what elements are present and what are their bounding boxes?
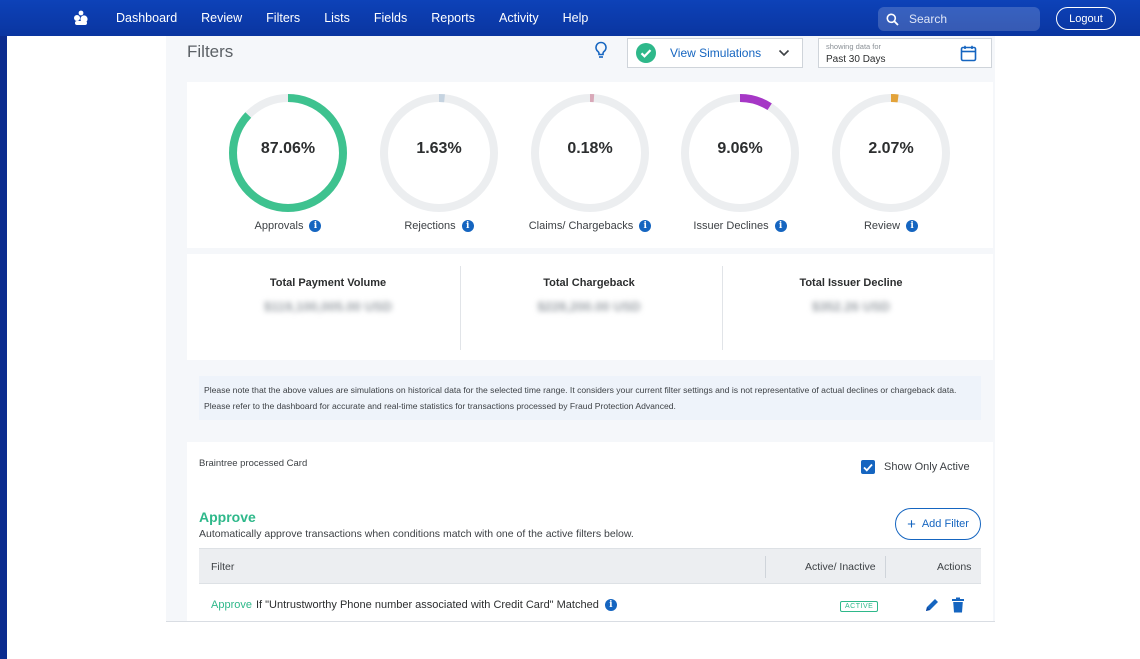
search-icon [886, 13, 899, 26]
plus-icon: + [907, 515, 916, 533]
gauge-approvals: 87.06% Approvals i [225, 92, 355, 242]
date-range-picker[interactable]: showing data for Past 30 Days [818, 38, 992, 68]
total-value: $119,100,005.00 USD [264, 299, 392, 314]
simulation-note: Please note that the above values are si… [199, 376, 981, 420]
date-value: Past 30 Days [826, 54, 886, 65]
column-actions: Actions [937, 561, 972, 573]
column-active-inactive: Active/ Inactive [805, 561, 876, 573]
totals-card: Total Payment Volume $119,100,005.00 USD… [187, 254, 993, 360]
gauge-chargebacks: 0.18% Claims/ Chargebacks i [527, 92, 657, 242]
gauge-value: 1.63% [416, 140, 462, 157]
status-badge: ACTIVE [840, 601, 879, 612]
chevron-down-icon [778, 49, 790, 57]
gauge-label: Review [863, 220, 901, 232]
lightbulb-icon[interactable] [594, 41, 608, 59]
gauge-issuer-declines: 9.06% Issuer Declines i [677, 92, 807, 242]
calendar-icon[interactable] [960, 45, 977, 62]
total-payment-volume: Total Payment Volume $119,100,005.00 USD [194, 254, 462, 360]
show-only-active-label: Show Only Active [884, 461, 970, 473]
info-icon[interactable]: i [639, 220, 652, 232]
table-row[interactable]: Approve If "Untrustworthy Phone number a… [199, 584, 981, 622]
filters-card: Braintree processed Card Show Only Activ… [187, 442, 993, 622]
filter-source-label: Braintree processed Card [199, 458, 308, 469]
info-icon[interactable]: i [604, 599, 617, 611]
logout-button[interactable]: Logout [1056, 7, 1116, 30]
gauge-value: 9.06% [717, 140, 763, 157]
divider [765, 556, 766, 578]
gauge-label: Rejections [404, 220, 456, 232]
simulation-select[interactable]: View Simulations [627, 38, 803, 68]
gauge-value: 0.18% [567, 140, 613, 157]
search-input[interactable] [907, 11, 1031, 27]
gauge-rejections: 1.63% Rejections i [376, 92, 506, 242]
show-only-active-checkbox[interactable]: Show Only Active [861, 460, 970, 474]
nav-review[interactable]: Review [201, 11, 242, 25]
edit-pencil-icon[interactable] [924, 597, 940, 613]
filters-panel: Filters View Simulations showing data fo… [166, 36, 995, 622]
gauge-label: Claims/ Chargebacks [528, 220, 634, 232]
approve-section-description: Automatically approve transactions when … [199, 528, 634, 540]
add-filter-button[interactable]: + Add Filter [895, 508, 981, 540]
info-icon[interactable]: i [906, 220, 919, 232]
simulation-gauges: 87.06% Approvals i 1.63% Rejections i 0.18… [187, 82, 993, 248]
gauge-value: 87.06% [260, 140, 316, 157]
check-circle-icon [636, 43, 656, 63]
total-issuer-decline: Total Issuer Decline $352.26 USD [717, 254, 985, 360]
simulation-label: View Simulations [670, 46, 762, 60]
info-icon[interactable]: i [774, 220, 787, 232]
main-nav: Dashboard Review Filters Lists Fields Re… [116, 0, 612, 36]
filter-action: Approve [211, 599, 252, 611]
nav-lists[interactable]: Lists [324, 11, 350, 25]
info-icon[interactable]: i [309, 220, 322, 232]
total-label: Total Chargeback [543, 277, 635, 289]
nav-filters[interactable]: Filters [266, 11, 300, 25]
panel-edge [166, 621, 995, 622]
date-caption: showing data for [826, 42, 882, 51]
filters-table-header: Filter Active/ Inactive Actions [199, 548, 981, 584]
nav-fields[interactable]: Fields [374, 11, 407, 25]
approve-section-title: Approve [199, 509, 256, 525]
nav-help[interactable]: Help [563, 11, 589, 25]
top-nav-bar: Dashboard Review Filters Lists Fields Re… [0, 0, 1140, 36]
add-filter-label: Add Filter [921, 518, 969, 530]
gauge-label: Approvals [254, 220, 304, 232]
filter-condition: If "Untrustworthy Phone number associate… [255, 599, 599, 611]
gauge-value: 2.07% [868, 140, 914, 157]
divider [885, 556, 886, 578]
nav-reports[interactable]: Reports [431, 11, 475, 25]
search-box[interactable] [878, 7, 1040, 31]
nav-dashboard[interactable]: Dashboard [116, 11, 177, 25]
column-filter: Filter [211, 561, 235, 573]
gauge-label: Issuer Declines [693, 220, 769, 232]
page-title: Filters [187, 42, 234, 61]
total-value: $228,200.00 USD [537, 299, 641, 314]
total-chargeback: Total Chargeback $228,200.00 USD [455, 254, 723, 360]
checkbox-checked-icon[interactable] [861, 460, 875, 474]
app-logo-icon[interactable] [72, 9, 90, 27]
total-value: $352.26 USD [811, 299, 891, 314]
trash-icon[interactable] [951, 597, 965, 613]
gauge-review: 2.07% Review i [828, 92, 958, 242]
nav-activity[interactable]: Activity [499, 11, 539, 25]
total-label: Total Issuer Decline [799, 277, 903, 289]
info-icon[interactable]: i [461, 220, 474, 232]
total-label: Total Payment Volume [269, 277, 387, 289]
